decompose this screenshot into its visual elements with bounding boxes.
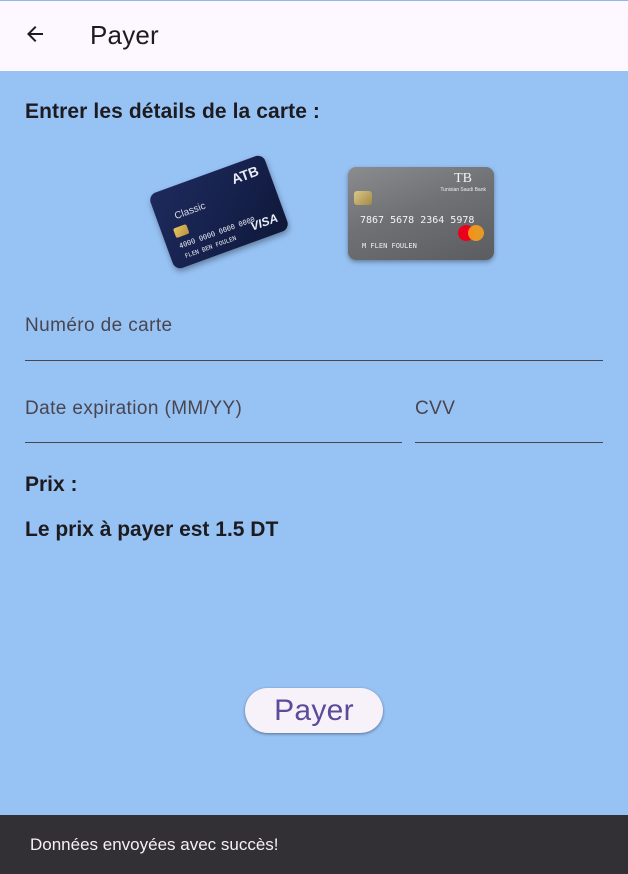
chip-icon <box>354 191 372 205</box>
back-button[interactable] <box>14 15 56 57</box>
price-text: Le prix à payer est 1.5 DT <box>25 518 279 541</box>
atb-visa-card-image: ATB Classic 4000 0000 0000 0000 FLEN BEN… <box>147 153 291 271</box>
card-brand: TB <box>454 171 472 186</box>
card-bank-name: Tunisian Saudi Bank <box>440 187 486 193</box>
card-tier: Classic <box>173 200 208 223</box>
expiration-input[interactable] <box>25 391 402 442</box>
pay-button[interactable]: Payer <box>245 688 383 733</box>
mastercard-logo-icon <box>458 225 484 241</box>
card-network: VISA <box>248 210 280 234</box>
page-title: Payer <box>90 20 159 50</box>
tb-mastercard-card-image: TB Tunisian Saudi Bank 7867 5678 2364 59… <box>348 167 494 260</box>
price-heading: Prix : <box>25 473 78 496</box>
app-bar: Payer <box>0 0 628 71</box>
expiration-field[interactable]: Date expiration (MM/YY) <box>25 391 402 443</box>
card-brand: ATB <box>229 162 261 188</box>
arrow-left-icon <box>23 22 47 51</box>
cvv-field[interactable]: CVV <box>415 391 603 443</box>
card-number-field[interactable]: Numéro de carte <box>25 308 603 361</box>
card-number-input[interactable] <box>25 308 603 360</box>
cvv-input[interactable] <box>415 391 603 442</box>
snackbar: Données envoyées avec succès! <box>0 815 628 874</box>
card-holder: M FLEN FOULEN <box>362 242 417 250</box>
card-details-heading: Entrer les détails de la carte : <box>25 100 320 123</box>
chip-icon <box>172 223 190 239</box>
snackbar-message: Données envoyées avec succès! <box>30 835 279 854</box>
